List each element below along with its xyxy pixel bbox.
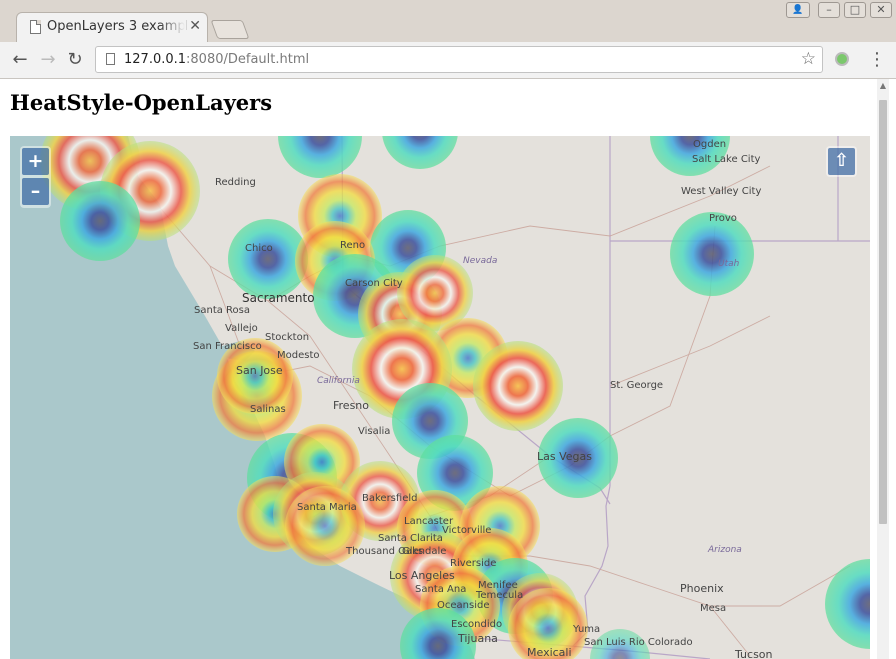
browser-tab[interactable]: OpenLayers 3 example ✕ [16, 12, 208, 43]
url-path: :8080/Default.html [186, 52, 310, 67]
extension-icon[interactable] [835, 52, 849, 66]
place-label: Santa Rosa [194, 305, 250, 316]
place-label: Salinas [250, 404, 286, 415]
place-label: Carson City [345, 278, 403, 289]
place-label: Glendale [402, 546, 446, 557]
heat-point [473, 341, 563, 431]
place-label: Los Angeles [389, 569, 455, 582]
rotate-control: ⇧ [826, 146, 857, 177]
page-viewport: HeatStyle-OpenLayers Redding Chico Reno … [0, 79, 896, 659]
scroll-thumb[interactable] [879, 100, 887, 524]
browser-toolbar: ← → ↻ 127.0.0.1:8080/Default.html ☆ ⋮ [0, 42, 896, 79]
place-label: Santa Clarita [378, 533, 443, 544]
back-button[interactable]: ← [8, 48, 32, 72]
place-label: St. George [610, 380, 663, 391]
heat-point [670, 212, 754, 296]
place-label: Tijuana [457, 632, 498, 645]
place-label: Modesto [277, 350, 320, 361]
place-label: Phoenix [680, 582, 724, 595]
page-scrollbar[interactable]: ▲ [877, 79, 889, 659]
bookmark-star-icon[interactable]: ☆ [801, 49, 816, 69]
place-label: Mesa [700, 603, 726, 614]
place-label: Las Vegas [537, 450, 592, 463]
page-title: HeatStyle-OpenLayers [10, 90, 273, 115]
zoom-out-button[interactable]: – [22, 178, 49, 205]
place-label: Nevada [463, 256, 497, 266]
place-label: Yuma [572, 624, 600, 635]
reload-button[interactable]: ↻ [63, 48, 87, 72]
place-label: Visalia [358, 426, 390, 437]
place-label: Stockton [265, 332, 309, 343]
minimize-icon: – [826, 3, 832, 16]
close-window-button[interactable]: ✕ [870, 2, 892, 18]
url-host: 127.0.0.1 [124, 52, 187, 67]
browser-menu-icon[interactable]: ⋮ [868, 48, 886, 72]
profile-button[interactable]: 👤 [786, 2, 810, 18]
url-text: 127.0.0.1:8080/Default.html [124, 52, 309, 67]
place-label: Provo [709, 213, 737, 224]
place-label: San Luis Rio Colorado [584, 637, 693, 648]
place-label: Fresno [333, 399, 369, 412]
tab-title-fade [159, 17, 185, 39]
place-label: Reno [340, 240, 365, 251]
address-bar[interactable]: 127.0.0.1:8080/Default.html ☆ [95, 46, 823, 73]
place-label: Bakersfield [362, 493, 417, 504]
map-canvas[interactable]: Redding Chico Reno Carson City Nevada Sa… [10, 136, 870, 659]
place-label: Santa Ana [415, 584, 466, 595]
place-label: West Valley City [681, 186, 761, 197]
place-label: Ogden [693, 139, 726, 150]
place-label: Utah [718, 259, 740, 269]
tab-close-icon[interactable]: ✕ [189, 18, 201, 34]
forward-button[interactable]: → [36, 48, 60, 72]
place-label: Arizona [707, 545, 742, 555]
reset-rotation-button[interactable]: ⇧ [828, 148, 855, 175]
zoom-in-button[interactable]: + [22, 148, 49, 175]
place-label: Vallejo [225, 323, 258, 334]
place-label: San Jose [236, 364, 283, 377]
maximize-icon: □ [849, 3, 861, 16]
place-label: Redding [215, 177, 256, 188]
minimize-button[interactable]: – [818, 2, 840, 18]
place-label: Santa Maria [297, 502, 357, 513]
place-label: San Francisco [193, 341, 262, 352]
place-label: Mexicali [527, 646, 572, 659]
browser-titlebar: OpenLayers 3 example ✕ 👤 – □ ✕ [0, 0, 896, 43]
place-label: Sacramento [242, 291, 315, 305]
zoom-control: + – [20, 146, 51, 208]
page-info-icon[interactable] [106, 53, 115, 65]
place-label: Salt Lake City [692, 154, 761, 165]
scroll-up-arrow-icon[interactable]: ▲ [877, 81, 889, 93]
place-label: Riverside [450, 558, 496, 569]
map[interactable]: Redding Chico Reno Carson City Nevada Sa… [10, 136, 870, 659]
place-label: Tucson [734, 648, 773, 659]
place-label: Escondido [451, 619, 502, 630]
maximize-button[interactable]: □ [844, 2, 866, 18]
heat-point [60, 181, 140, 261]
place-label: Victorville [442, 525, 491, 536]
place-label: Oceanside [437, 600, 489, 611]
close-icon: ✕ [876, 3, 886, 16]
user-icon: 👤 [792, 5, 804, 15]
new-tab-button[interactable] [210, 20, 250, 39]
page-favicon-icon [30, 20, 41, 34]
place-label: California [317, 376, 360, 386]
place-label: Chico [245, 243, 273, 254]
